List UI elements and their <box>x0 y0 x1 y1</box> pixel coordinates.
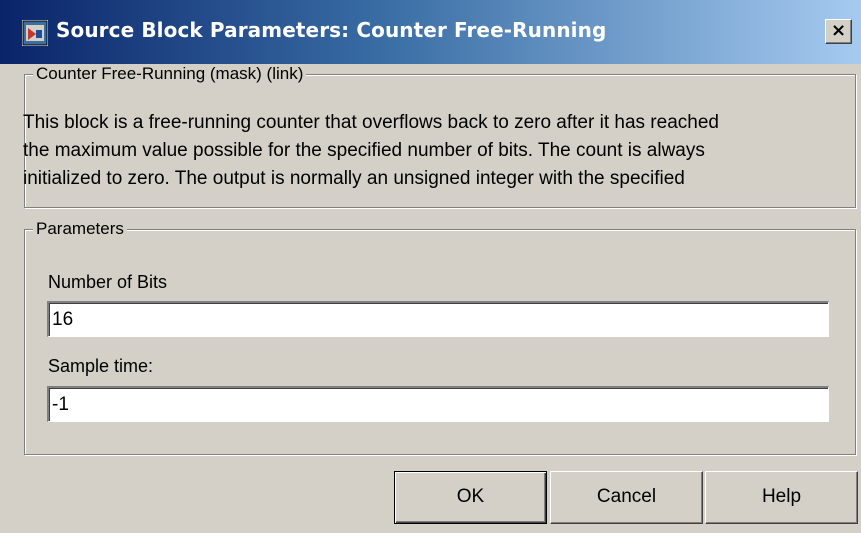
sample-time-input[interactable] <box>47 386 829 422</box>
dialog-window: Source Block Parameters: Counter Free-Ru… <box>0 0 861 533</box>
number-of-bits-label: Number of Bits <box>48 272 168 292</box>
description-text: This block is a free-running counter tha… <box>23 109 843 193</box>
close-icon: × <box>830 20 847 41</box>
number-of-bits-input[interactable] <box>47 301 829 337</box>
title-bar[interactable]: Source Block Parameters: Counter Free-Ru… <box>0 0 861 64</box>
parameters-legend: Parameters <box>33 219 127 239</box>
sample-time-label: Sample time: <box>48 356 154 376</box>
simulink-block-icon <box>22 20 48 46</box>
close-button[interactable]: × <box>825 19 852 44</box>
description-line: initialized to zero. The output is norma… <box>23 168 685 189</box>
help-button[interactable]: Help <box>705 471 858 524</box>
ok-button[interactable]: OK <box>394 471 547 524</box>
cancel-button[interactable]: Cancel <box>550 471 703 524</box>
description-line: This block is a free-running counter tha… <box>23 112 719 133</box>
description-legend: Counter Free-Running (mask) (link) <box>33 64 307 84</box>
description-line: the maximum value possible for the speci… <box>23 140 705 161</box>
window-title: Source Block Parameters: Counter Free-Ru… <box>56 18 607 42</box>
